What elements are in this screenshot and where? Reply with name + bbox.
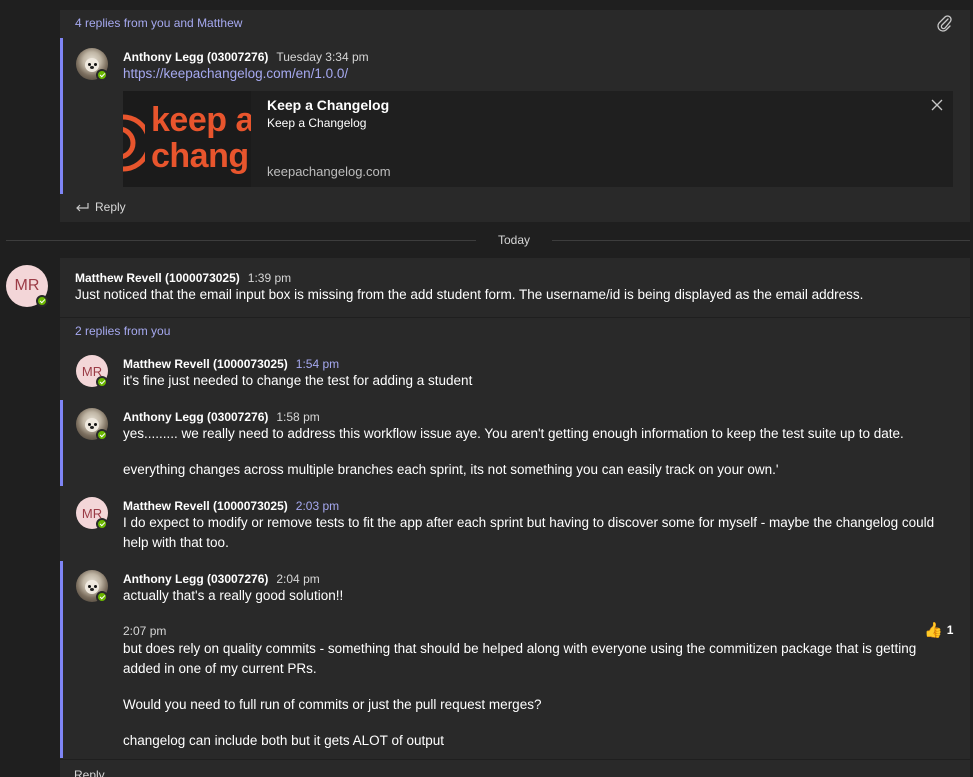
reply-author: Matthew Revell (1000073025): [123, 357, 288, 371]
preview-subtitle: Keep a Changelog: [267, 116, 367, 130]
reply-time: 2:03 pm: [295, 499, 340, 513]
reply-button[interactable]: Reply: [74, 768, 105, 777]
own-message-marker: [60, 561, 63, 758]
thread-bottom-divider: [60, 759, 970, 760]
message-header: Anthony Legg (03007276) Tuesday 3:34 pm: [123, 48, 369, 66]
message-author: Anthony Legg (03007276): [123, 50, 269, 64]
presence-available-icon: [96, 518, 108, 530]
thumbs-up-icon: 👍: [924, 622, 943, 639]
replies-summary-link[interactable]: 4 replies from you and Matthew: [75, 16, 242, 30]
reply-text: everything changes across multiple branc…: [123, 462, 779, 477]
preview-domain: keepachangelog.com: [267, 164, 391, 179]
presence-available-icon: [36, 295, 48, 307]
presence-available-icon: [96, 429, 108, 441]
reply-arrow-icon: [74, 200, 90, 214]
followup-text: Would you need to full run of commits or…: [123, 697, 542, 712]
followup-time: 2:07 pm: [123, 624, 167, 638]
reaction-count: 1: [946, 623, 954, 637]
link-preview-card[interactable]: keep a chang Keep a Changelog Keep a Cha…: [123, 91, 953, 187]
followup-text: changelog can include both but it gets A…: [123, 733, 444, 748]
presence-available-icon: [96, 591, 108, 603]
reply-author: Anthony Legg (03007276): [123, 572, 269, 586]
replies-summary-link-2[interactable]: 2 replies from you: [75, 324, 170, 338]
changelog-link[interactable]: https://keepachangelog.com/en/1.0.0/: [123, 66, 348, 81]
reply-time: 1:54 pm: [295, 357, 340, 371]
presence-available-icon: [96, 376, 108, 388]
reply-time: 1:58 pm: [276, 410, 320, 424]
date-divider-label: Today: [498, 233, 531, 247]
message-time: Tuesday 3:34 pm: [276, 50, 369, 64]
preview-title: Keep a Changelog: [267, 97, 390, 113]
root-message-text: Just noticed that the email input box is…: [75, 287, 864, 302]
reply-button[interactable]: Reply: [74, 200, 126, 214]
reply-label: Reply: [74, 768, 105, 777]
followup-text: but does rely on quality commits - somet…: [123, 641, 917, 676]
date-divider-line-right: [552, 240, 970, 241]
preview-logo: keep a chang: [123, 91, 251, 187]
reply-text: actually that's a really good solution!!: [123, 588, 344, 603]
reaction-like[interactable]: 👍 1: [924, 621, 953, 639]
logo-text-line2: chang: [151, 137, 249, 175]
own-message-marker: [60, 38, 63, 194]
reply-text: yes......... we really need to address t…: [123, 426, 904, 441]
close-icon[interactable]: [929, 97, 945, 113]
root-time: 1:39 pm: [247, 271, 292, 285]
reply-text: I do expect to modify or remove tests to…: [123, 515, 935, 550]
paperclip-icon[interactable]: [936, 15, 954, 33]
date-divider-line-left: [6, 240, 476, 241]
reply-time: 2:04 pm: [276, 572, 320, 586]
reply-label: Reply: [95, 200, 126, 214]
presence-available-icon: [96, 69, 108, 81]
reply-author: Matthew Revell (1000073025): [123, 499, 288, 513]
thread-divider: [60, 317, 970, 318]
own-message-marker: [60, 400, 63, 486]
reply-text: it's fine just needed to change the test…: [123, 373, 473, 388]
logo-text-line1: keep a: [151, 101, 251, 139]
root-author: Matthew Revell (1000073025): [75, 271, 240, 285]
reply-author: Anthony Legg (03007276): [123, 410, 269, 424]
